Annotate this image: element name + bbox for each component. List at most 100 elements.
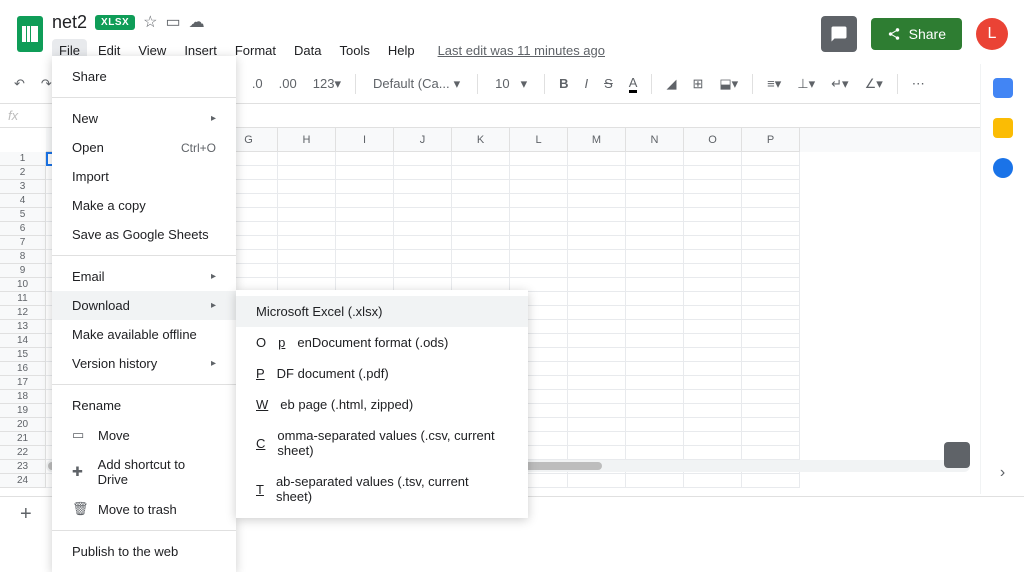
cell[interactable]	[510, 152, 568, 166]
cell[interactable]	[626, 250, 684, 264]
cell[interactable]	[684, 474, 742, 488]
cell[interactable]	[568, 236, 626, 250]
cell[interactable]	[568, 306, 626, 320]
cell[interactable]	[568, 334, 626, 348]
align-h-button[interactable]: ≡▾	[761, 72, 787, 96]
cell[interactable]	[742, 166, 800, 180]
cell[interactable]	[510, 222, 568, 236]
cell[interactable]	[452, 264, 510, 278]
keep-side-icon[interactable]	[993, 118, 1013, 138]
cell[interactable]	[684, 390, 742, 404]
cell[interactable]	[684, 404, 742, 418]
row-header[interactable]: 24	[0, 474, 46, 488]
cell[interactable]	[742, 362, 800, 376]
strikethrough-button[interactable]: S	[598, 72, 619, 95]
cell[interactable]	[684, 292, 742, 306]
download-web[interactable]: Web page (.html, zipped)	[236, 389, 528, 420]
cell[interactable]	[278, 180, 336, 194]
row-header[interactable]: 7	[0, 236, 46, 250]
file-new[interactable]: New▸	[52, 104, 236, 133]
cell[interactable]	[568, 418, 626, 432]
document-title[interactable]: net2	[52, 12, 87, 33]
download-csv[interactable]: Comma-separated values (.csv, current sh…	[236, 420, 528, 466]
cell[interactable]	[568, 320, 626, 334]
cell[interactable]	[452, 222, 510, 236]
cell[interactable]	[684, 208, 742, 222]
cell[interactable]	[452, 180, 510, 194]
cell[interactable]	[626, 152, 684, 166]
cell[interactable]	[452, 250, 510, 264]
row-header[interactable]: 10	[0, 278, 46, 292]
cell[interactable]	[626, 264, 684, 278]
cell[interactable]	[510, 264, 568, 278]
cell[interactable]	[626, 418, 684, 432]
cell[interactable]	[568, 152, 626, 166]
file-download[interactable]: Download▸	[52, 291, 236, 320]
row-header[interactable]: 5	[0, 208, 46, 222]
cell[interactable]	[568, 166, 626, 180]
cell[interactable]	[684, 320, 742, 334]
column-header[interactable]: J	[394, 128, 452, 152]
merge-button[interactable]: ⬓▾	[713, 72, 744, 96]
cell[interactable]	[626, 376, 684, 390]
cell[interactable]	[278, 250, 336, 264]
cell[interactable]	[742, 348, 800, 362]
cell[interactable]	[336, 166, 394, 180]
row-header[interactable]: 22	[0, 446, 46, 460]
cell[interactable]	[626, 194, 684, 208]
cell[interactable]	[626, 334, 684, 348]
cell[interactable]	[394, 264, 452, 278]
row-header[interactable]: 13	[0, 320, 46, 334]
cell[interactable]	[568, 446, 626, 460]
cell[interactable]	[742, 418, 800, 432]
cell[interactable]	[626, 348, 684, 362]
cell[interactable]	[336, 194, 394, 208]
cell[interactable]	[568, 180, 626, 194]
cell[interactable]	[510, 194, 568, 208]
side-panel-toggle-icon[interactable]: ›	[1000, 464, 1005, 482]
cell[interactable]	[568, 278, 626, 292]
cell[interactable]	[394, 166, 452, 180]
cell[interactable]	[684, 264, 742, 278]
cell[interactable]	[394, 194, 452, 208]
cell[interactable]	[742, 446, 800, 460]
row-header[interactable]: 23	[0, 460, 46, 474]
column-header[interactable]: O	[684, 128, 742, 152]
column-header[interactable]: N	[626, 128, 684, 152]
cell[interactable]	[452, 166, 510, 180]
cell[interactable]	[394, 180, 452, 194]
cell[interactable]	[626, 208, 684, 222]
cell[interactable]	[684, 418, 742, 432]
cell[interactable]	[278, 208, 336, 222]
file-publish-web[interactable]: Publish to the web	[52, 537, 236, 566]
cell[interactable]	[568, 390, 626, 404]
number-format-button[interactable]: 123▾	[307, 72, 347, 96]
cell[interactable]	[394, 236, 452, 250]
cell[interactable]	[568, 474, 626, 488]
cell[interactable]	[568, 292, 626, 306]
cell[interactable]	[684, 278, 742, 292]
cell[interactable]	[336, 208, 394, 222]
cell[interactable]	[394, 208, 452, 222]
cell[interactable]	[626, 236, 684, 250]
cell[interactable]	[278, 152, 336, 166]
explore-button[interactable]	[944, 442, 970, 468]
menu-data[interactable]: Data	[287, 39, 328, 62]
cell[interactable]	[684, 250, 742, 264]
menu-help[interactable]: Help	[381, 39, 422, 62]
cell[interactable]	[568, 208, 626, 222]
file-rename[interactable]: Rename	[52, 391, 236, 420]
row-header[interactable]: 3	[0, 180, 46, 194]
borders-button[interactable]: ⊞	[686, 72, 709, 96]
cell[interactable]	[510, 250, 568, 264]
sheets-logo-icon[interactable]	[17, 16, 43, 52]
cell[interactable]	[684, 446, 742, 460]
file-import[interactable]: Import	[52, 162, 236, 191]
cell[interactable]	[742, 432, 800, 446]
file-move[interactable]: ▭Move	[52, 420, 236, 450]
row-header[interactable]: 16	[0, 362, 46, 376]
column-header[interactable]: M	[568, 128, 626, 152]
cell[interactable]	[336, 264, 394, 278]
row-header[interactable]: 11	[0, 292, 46, 306]
cell[interactable]	[742, 180, 800, 194]
